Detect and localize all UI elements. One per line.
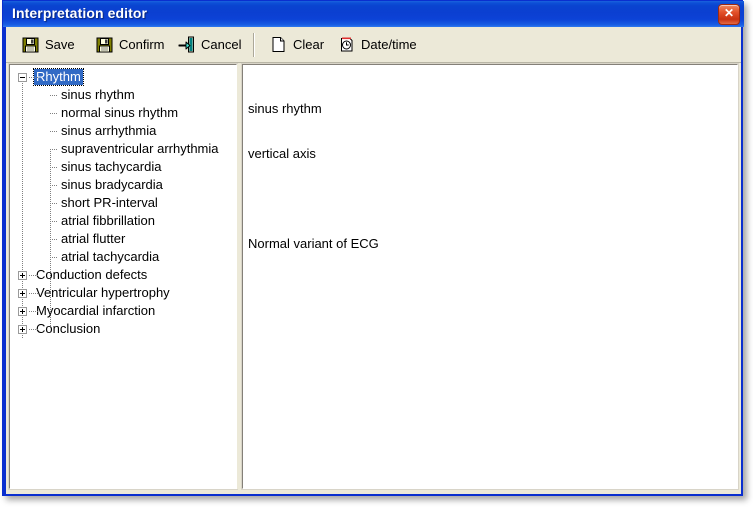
blank-page-icon	[270, 36, 287, 53]
tree-connector	[29, 311, 38, 312]
tree-node-label: atrial fibbrillation	[61, 213, 155, 228]
interpretation-text-editor[interactable]: sinus rhythm vertical axis Normal varian…	[243, 65, 737, 286]
tree-node-label: Conclusion	[36, 321, 101, 336]
exit-door-icon	[178, 36, 195, 53]
save-label: Save	[45, 37, 75, 52]
floppy-disk-icon	[96, 36, 113, 53]
tree-node-label: sinus bradycardia	[61, 177, 163, 192]
save-button[interactable]: Save	[16, 29, 81, 60]
tree-connector	[50, 167, 58, 168]
tree-node-sinus-rhythm[interactable]: sinus rhythm	[10, 86, 236, 104]
tree-node-label: normal sinus rhythm	[61, 105, 179, 120]
date-time-label: Date/time	[361, 37, 417, 52]
tree-node-myocardial-infarction[interactable]: Myocardial infarction	[10, 302, 236, 320]
tree-connector	[29, 293, 38, 294]
tree-node-label: sinus tachycardia	[61, 159, 162, 174]
tree-connector	[50, 95, 58, 96]
tree-connector	[50, 149, 58, 150]
tree-connector	[50, 131, 58, 132]
tree-connector	[50, 239, 58, 240]
interpretation-tree[interactable]: Rhythm sinus rhythm normal sinus rhythm …	[10, 65, 236, 339]
tree-node-label: atrial tachycardia	[61, 249, 160, 264]
tree-node-sinus-bradycardia[interactable]: sinus bradycardia	[10, 176, 236, 194]
clear-button[interactable]: Clear	[264, 29, 330, 60]
tree-connector	[50, 185, 58, 186]
expand-toggle-icon[interactable]	[18, 324, 27, 334]
toolbar-separator	[253, 33, 255, 57]
interpretation-text-panel[interactable]: sinus rhythm vertical axis Normal varian…	[241, 63, 739, 490]
tree-node-conclusion[interactable]: Conclusion	[10, 320, 236, 338]
expand-toggle-icon[interactable]	[18, 270, 27, 280]
tree-connector	[29, 275, 38, 276]
tree-node-atrial-tachycardia[interactable]: atrial tachycardia	[10, 248, 236, 266]
confirm-label: Confirm	[119, 37, 165, 52]
tree-node-atrial-fibrillation[interactable]: atrial fibbrillation	[10, 212, 236, 230]
application-window: Interpretation editor ✕ Save Confirm Can…	[2, 0, 744, 496]
cancel-label: Cancel	[201, 37, 242, 52]
interpretation-tree-panel[interactable]: Rhythm sinus rhythm normal sinus rhythm …	[8, 63, 238, 490]
editor-line: Normal variant of ECG	[248, 236, 379, 251]
editor-line: sinus rhythm	[248, 101, 322, 116]
tree-node-label: supraventricular arrhythmia	[61, 141, 219, 156]
tree-node-label: short PR-interval	[61, 195, 158, 210]
tree-connector	[50, 257, 58, 258]
tree-node-ventricular-hypertrophy[interactable]: Ventricular hypertrophy	[10, 284, 236, 302]
close-button[interactable]: ✕	[718, 4, 740, 25]
cancel-button[interactable]: Cancel	[172, 29, 247, 60]
close-icon: ✕	[723, 6, 735, 20]
title-bar[interactable]: Interpretation editor ✕	[3, 1, 744, 27]
tree-connector	[50, 203, 58, 204]
tree-node-conduction-defects[interactable]: Conduction defects	[10, 266, 236, 284]
collapse-toggle-icon[interactable]	[18, 72, 27, 82]
tree-node-sinus-tachycardia[interactable]: sinus tachycardia	[10, 158, 236, 176]
tree-node-label: sinus arrhythmia	[61, 123, 157, 138]
tree-connector	[50, 113, 58, 114]
toolbar: Save Confirm Cancel Clear Date/time	[6, 27, 741, 63]
tree-node-normal-sinus-rhythm[interactable]: normal sinus rhythm	[10, 104, 236, 122]
tree-connector	[29, 77, 38, 78]
editor-line: vertical axis	[248, 146, 316, 161]
clear-label: Clear	[293, 37, 325, 52]
tree-node-label: Myocardial infarction	[36, 303, 156, 318]
tree-node-label: atrial flutter	[61, 231, 126, 246]
tree-connector	[29, 329, 38, 330]
tree-connector	[50, 221, 58, 222]
tree-node-label: Rhythm	[33, 68, 84, 86]
expand-toggle-icon[interactable]	[18, 306, 27, 316]
tree-node-rhythm[interactable]: Rhythm	[10, 68, 236, 86]
tree-node-supraventricular-arrhythmia[interactable]: supraventricular arrhythmia	[10, 140, 236, 158]
expand-toggle-icon[interactable]	[18, 288, 27, 298]
tree-node-short-pr-interval[interactable]: short PR-interval	[10, 194, 236, 212]
tree-node-sinus-arrhythmia[interactable]: sinus arrhythmia	[10, 122, 236, 140]
tree-node-atrial-flutter[interactable]: atrial flutter	[10, 230, 236, 248]
window-title: Interpretation editor	[12, 5, 148, 21]
tree-node-label: Conduction defects	[36, 267, 148, 282]
tree-node-label: Ventricular hypertrophy	[36, 285, 170, 300]
tree-node-label: sinus rhythm	[61, 87, 135, 102]
client-area: Save Confirm Cancel Clear Date/time Rhyt…	[6, 27, 741, 494]
confirm-button[interactable]: Confirm	[90, 29, 171, 60]
page-clock-icon	[338, 36, 355, 53]
floppy-disk-icon	[22, 36, 39, 53]
date-time-button[interactable]: Date/time	[332, 29, 423, 60]
